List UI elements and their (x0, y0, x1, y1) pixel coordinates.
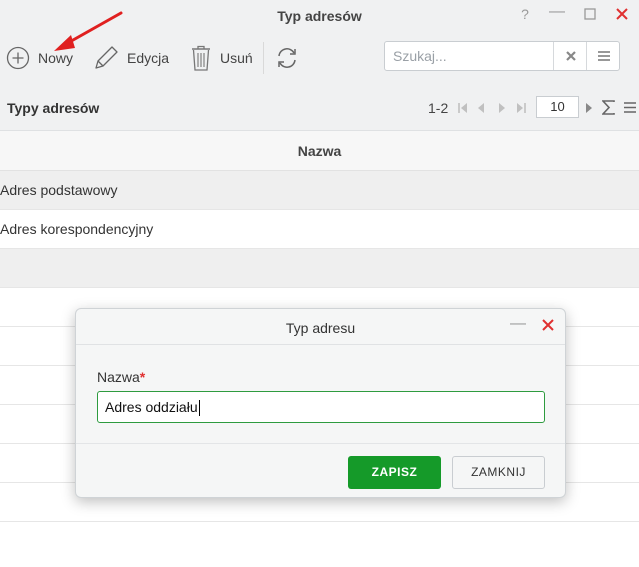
table-row[interactable]: Adres podstawowy (0, 171, 639, 210)
edit-button[interactable]: Edycja (93, 40, 169, 76)
window-title: Typ adresów (277, 8, 362, 24)
empty-row (0, 249, 639, 288)
column-header[interactable]: Nazwa (0, 131, 639, 171)
name-field-label: Nazwa* (97, 369, 145, 385)
add-circle-icon (6, 46, 30, 70)
grid-title: Typy adresów (7, 100, 100, 116)
save-button[interactable]: ZAPISZ (348, 456, 441, 489)
title-bar: Typ adresów ? — (0, 0, 639, 30)
new-button[interactable]: Nowy (6, 40, 73, 76)
page-size-arrow-icon[interactable] (585, 102, 593, 114)
dialog-minimize-icon[interactable]: — (508, 315, 528, 335)
search-menu-button[interactable] (586, 42, 620, 70)
text-caret (198, 400, 200, 417)
toolbar-divider (263, 42, 264, 74)
next-page-icon[interactable] (498, 102, 506, 114)
table-row[interactable]: Adres korespondencyjny (0, 210, 639, 249)
pencil-icon (95, 46, 118, 69)
record-range: 1-2 (428, 100, 449, 116)
dialog-close-icon[interactable] (538, 315, 558, 335)
dialog-header: Typ adresu — (76, 309, 565, 345)
search-input[interactable] (385, 42, 553, 70)
table-cell: Adres korespondencyjny (0, 221, 154, 237)
menu-icon (597, 51, 610, 61)
name-input-value: Adres oddziału (105, 399, 198, 415)
delete-button-label: Usuń (220, 50, 253, 66)
close-icon[interactable] (611, 4, 633, 24)
name-input[interactable]: Adres oddziału (97, 391, 545, 423)
dialog-footer-divider (76, 443, 565, 444)
delete-button[interactable]: Usuń (190, 40, 253, 76)
table-cell: Adres podstawowy (0, 182, 118, 198)
refresh-button[interactable] (275, 40, 299, 76)
new-button-label: Nowy (38, 50, 74, 66)
maximize-icon[interactable] (579, 4, 601, 24)
address-type-dialog: Typ adresu — Nazwa* Adres oddziału ZAPIS… (75, 308, 566, 498)
close-button[interactable]: ZAMKNIJ (452, 456, 545, 489)
name-label-text: Nazwa (97, 369, 140, 385)
previous-page-icon[interactable] (477, 102, 485, 114)
clear-icon (565, 51, 576, 61)
edit-button-label: Edycja (127, 50, 170, 66)
first-page-icon[interactable] (458, 102, 468, 114)
search-box (384, 41, 620, 71)
dialog-title: Typ adresu (285, 320, 356, 336)
minimize-icon[interactable]: — (546, 2, 568, 22)
required-mark: * (139, 369, 146, 385)
sum-icon[interactable] (602, 100, 615, 115)
column-header-nazwa[interactable]: Nazwa (0, 143, 639, 159)
grid-menu-icon[interactable] (624, 102, 636, 113)
page-size-input[interactable]: 10 (536, 96, 579, 118)
clear-search-button[interactable] (553, 42, 587, 70)
help-icon[interactable]: ? (514, 4, 536, 24)
last-page-icon[interactable] (516, 102, 526, 114)
main-window: Typ adresów ? — Nowy Edycja Usuń Szukaj.… (0, 0, 639, 567)
refresh-icon (278, 48, 296, 68)
trash-icon (192, 45, 210, 71)
